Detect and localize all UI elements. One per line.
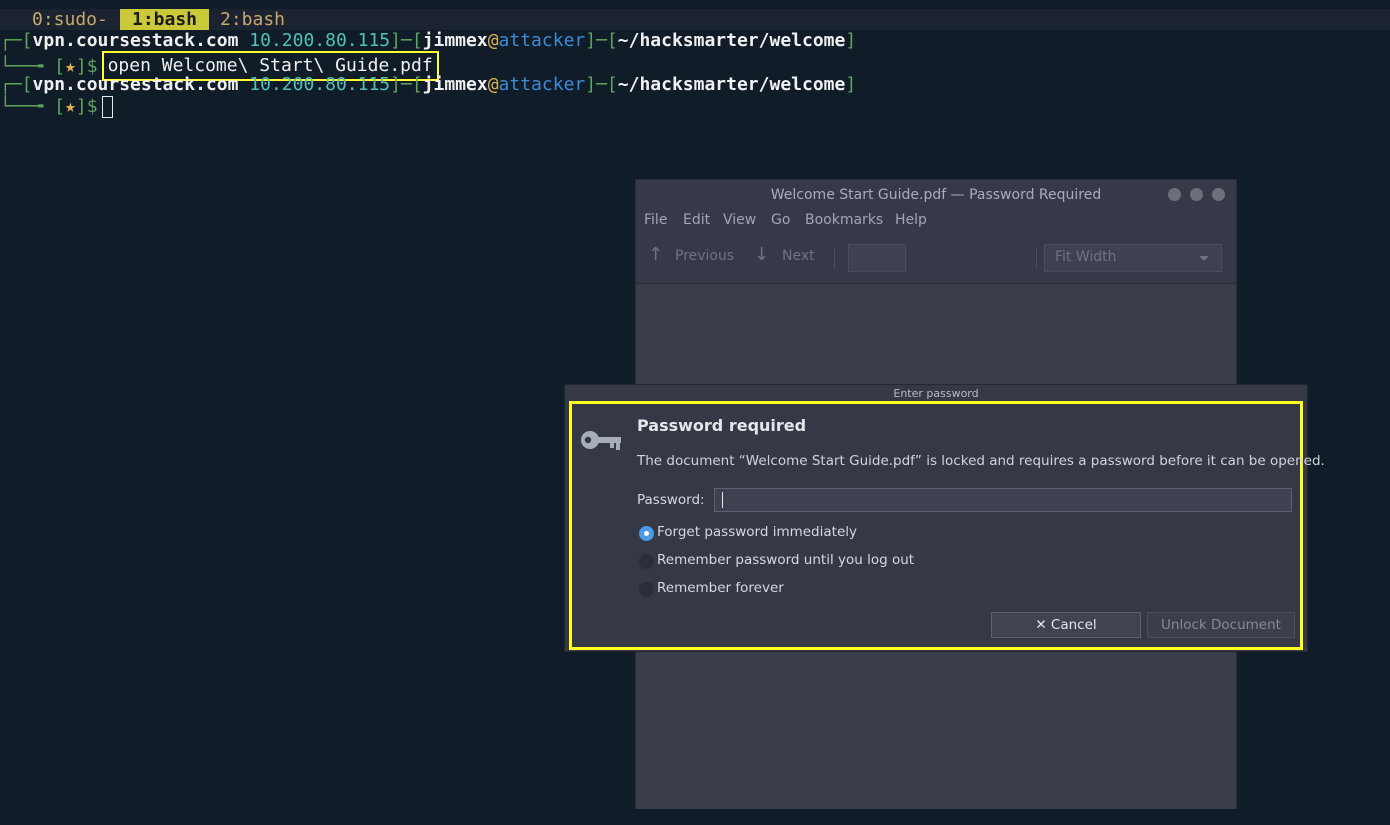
password-dialog: Enter password Password required The doc…	[564, 384, 1325, 652]
radio-button[interactable]	[639, 554, 654, 569]
menu-file[interactable]: File	[644, 212, 667, 228]
key-icon	[581, 431, 621, 450]
terminal-input-line[interactable]: └──╼ [★]$	[0, 96, 113, 118]
terminal-prompt-line-2: ┌─[vpn.coursestack.com 10.200.80.115]─[j…	[0, 74, 857, 95]
prompt-machine: attacker	[498, 74, 586, 95]
radio-label: Remember forever	[657, 580, 784, 596]
menu-view[interactable]: View	[723, 212, 756, 228]
terminal-command-line: └──╼ [★]$ open Welcome\ Start\ Guide.pdf	[0, 51, 439, 81]
prompt-ip: 10.200.80.115	[249, 74, 391, 95]
arrow-down-icon: ↓	[754, 244, 770, 265]
radio-button[interactable]	[639, 526, 654, 541]
radio-button[interactable]	[639, 582, 654, 597]
previous-button[interactable]: Previous	[675, 248, 734, 264]
prompt-user: jimmex	[422, 30, 488, 51]
tmux-tab-1[interactable]: 1:bash	[120, 9, 210, 30]
dialog-heading: Password required	[637, 416, 807, 435]
terminal-prompt-line-1: ┌─[vpn.coursestack.com 10.200.80.115]─[j…	[0, 30, 857, 51]
next-button[interactable]: Next	[782, 248, 815, 264]
chevron-down-icon	[1199, 256, 1209, 261]
dialog-title: Enter password	[893, 387, 979, 400]
menu-go[interactable]: Go	[771, 212, 790, 228]
pdf-toolbar: ↑ Previous ↓ Next Fit Width	[636, 236, 1236, 280]
tmux-status-bar: 0:sudo- 1:bash 2:bash	[0, 9, 1390, 30]
zoom-select[interactable]: Fit Width	[1044, 244, 1222, 272]
arrow-up-icon: ↑	[648, 244, 664, 265]
radio-label: Remember password until you log out	[657, 552, 915, 568]
prompt-at: @	[487, 74, 499, 95]
pdf-window-title: Welcome Start Guide.pdf — Password Requi…	[770, 187, 1102, 203]
prompt-machine: attacker	[498, 30, 586, 51]
menu-edit[interactable]: Edit	[683, 212, 710, 228]
dialog-message: The document “Welcome Start Guide.pdf” i…	[637, 453, 1325, 469]
prompt-at: @	[487, 30, 499, 51]
tmux-tab-0[interactable]: 0:sudo-	[32, 9, 108, 30]
star-icon: ★	[65, 96, 76, 117]
close-button[interactable]	[1212, 188, 1225, 201]
zoom-value: Fit Width	[1055, 249, 1117, 265]
password-label: Password:	[637, 492, 705, 508]
terminal-cursor	[101, 96, 113, 118]
prompt-path: ~/hacksmarter/welcome	[617, 74, 846, 95]
password-input[interactable]	[714, 488, 1292, 512]
text-caret	[722, 492, 723, 508]
tmux-tab-2[interactable]: 2:bash	[220, 9, 285, 30]
prompt-host: vpn.coursestack.com	[32, 30, 239, 51]
pdf-menubar: File Edit View Go Bookmarks Help	[636, 210, 1236, 232]
prompt-user: jimmex	[422, 74, 488, 95]
prompt-dollar: $	[86, 96, 98, 117]
command-text: open Welcome\ Start\ Guide.pdf	[107, 55, 433, 76]
menu-help[interactable]: Help	[895, 212, 927, 228]
radio-label: Forget password immediately	[657, 524, 857, 540]
unlock-document-button[interactable]: Unlock Document	[1147, 612, 1295, 638]
prompt-path: ~/hacksmarter/welcome	[617, 30, 846, 51]
toolbar-divider	[834, 247, 835, 269]
menu-bookmarks[interactable]: Bookmarks	[805, 212, 883, 228]
prompt-host: vpn.coursestack.com	[32, 74, 239, 95]
toolbar-divider	[1036, 247, 1037, 269]
minimize-button[interactable]	[1168, 188, 1181, 201]
cancel-button[interactable]: ✕ Cancel	[991, 612, 1141, 638]
prompt-ip: 10.200.80.115	[249, 30, 391, 51]
page-number-input[interactable]	[848, 244, 906, 272]
maximize-button[interactable]	[1190, 188, 1203, 201]
